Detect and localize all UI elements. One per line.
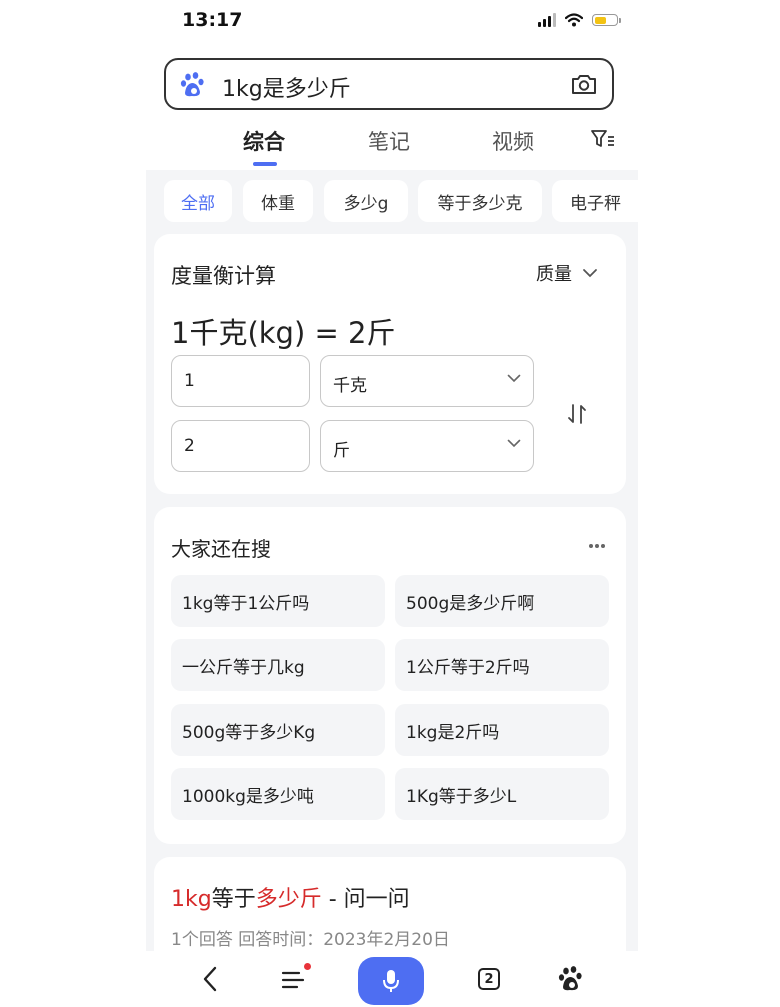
related-item[interactable]: 500g等于多少Kg: [171, 704, 385, 756]
back-button[interactable]: [190, 951, 230, 1007]
tab-notes[interactable]: 笔记: [368, 126, 410, 156]
from-value: 1: [184, 371, 195, 391]
from-value-input[interactable]: 1: [171, 355, 310, 407]
related-item[interactable]: 1kg等于1公斤吗: [171, 575, 385, 627]
related-item[interactable]: 1kg是2斤吗: [395, 704, 609, 756]
status-bar: 13:17: [146, 0, 638, 42]
qa-meta: 1个回答 回答时间：2023年2月20日: [171, 930, 450, 950]
bottom-nav: 2: [146, 951, 638, 1007]
unit-converter-card: 度量衡计算 质量 1千克(kg) = 2斤 1 千克 2 斤: [154, 234, 626, 494]
chip-all[interactable]: 全部: [164, 180, 232, 222]
baidu-paw-icon: [180, 72, 204, 97]
related-item[interactable]: 1Kg等于多少L: [395, 768, 609, 820]
swap-units-icon[interactable]: [566, 402, 588, 426]
tab-count: 2: [478, 968, 500, 990]
chevron-down-icon: [507, 374, 521, 383]
chevron-down-icon: [507, 439, 521, 448]
result-tabs: 综合 笔记 视频: [146, 126, 638, 166]
qa-title-highlight: 1kg: [171, 887, 212, 912]
phone-screen: 13:17 1kg是多少斤 综合 笔记 视频 全部 体重 多少g 等于多少克 电…: [146, 0, 638, 1007]
to-value: 2: [184, 436, 195, 456]
filter-chips: 全部 体重 多少g 等于多少克 电子秤: [146, 170, 638, 232]
status-icons: [538, 11, 621, 29]
signal-icon: [538, 13, 556, 27]
from-unit-select[interactable]: 千克: [320, 355, 534, 407]
back-icon: [203, 966, 217, 992]
to-unit: 斤: [333, 441, 350, 461]
chip-weight[interactable]: 体重: [243, 180, 313, 222]
search-header: 1kg是多少斤 综合 笔记 视频: [146, 42, 638, 170]
to-value-input[interactable]: 2: [171, 420, 310, 472]
qa-title-source: - 问一问: [321, 887, 410, 912]
conversion-result: 1千克(kg) = 2斤: [171, 316, 396, 350]
microphone-icon: [383, 970, 399, 992]
voice-search-button[interactable]: [358, 957, 424, 1005]
search-box[interactable]: 1kg是多少斤: [164, 58, 614, 110]
qa-result-title[interactable]: 1kg等于多少斤 - 问一问: [171, 881, 410, 913]
tabs-button[interactable]: 2: [472, 951, 506, 1007]
camera-icon[interactable]: [570, 72, 598, 96]
tab-all[interactable]: 综合: [243, 126, 285, 156]
chip-electronic-scale[interactable]: 电子秤: [552, 180, 638, 222]
battery-icon: [592, 14, 621, 26]
qa-title-highlight: 多少斤: [255, 887, 322, 912]
chevron-down-icon: [583, 269, 597, 278]
menu-icon: [281, 971, 305, 989]
related-item[interactable]: 1000kg是多少吨: [171, 768, 385, 820]
wifi-icon: [565, 13, 583, 27]
tab-video[interactable]: 视频: [492, 126, 534, 156]
chip-equals-how-many-grams[interactable]: 等于多少克: [418, 180, 542, 222]
more-icon[interactable]: [588, 543, 606, 549]
related-item[interactable]: 500g是多少斤啊: [395, 575, 609, 627]
converter-mode-select[interactable]: 质量: [536, 260, 598, 286]
baidu-paw-icon: [558, 966, 582, 991]
converter-mode-label: 质量: [536, 264, 572, 285]
related-item[interactable]: 一公斤等于几kg: [171, 639, 385, 691]
converter-title: 度量衡计算: [171, 264, 276, 288]
qa-title-text: 等于: [211, 887, 256, 912]
to-unit-select[interactable]: 斤: [320, 420, 534, 472]
baidu-home-button[interactable]: [554, 951, 590, 1007]
related-searches-card: 大家还在搜 1kg等于1公斤吗 500g是多少斤啊 一公斤等于几kg 1公斤等于…: [154, 507, 626, 844]
notification-dot: [304, 963, 311, 970]
chip-how-many-g[interactable]: 多少g: [324, 180, 408, 222]
search-query[interactable]: 1kg是多少斤: [222, 71, 351, 103]
active-tab-indicator: [253, 162, 277, 166]
from-unit: 千克: [333, 376, 367, 396]
related-title: 大家还在搜: [171, 537, 271, 561]
related-item[interactable]: 1公斤等于2斤吗: [395, 639, 609, 691]
filter-icon[interactable]: [590, 128, 616, 150]
menu-button[interactable]: [272, 951, 314, 1007]
status-time: 13:17: [182, 9, 243, 31]
